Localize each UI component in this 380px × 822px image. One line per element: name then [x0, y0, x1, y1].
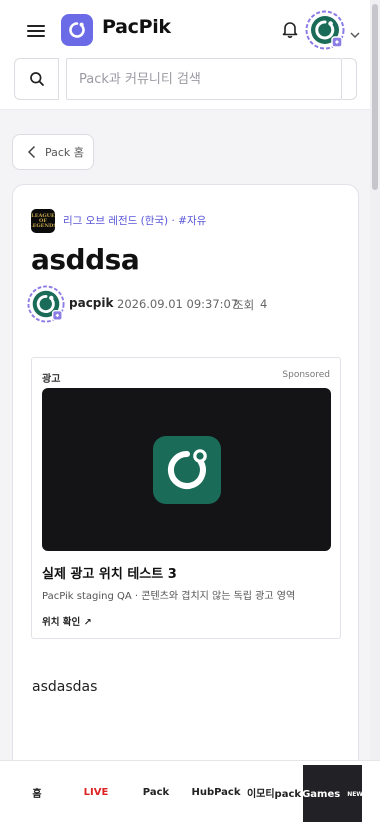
new-badge: NEW [347, 790, 363, 798]
app-header: PacPik [0, 0, 370, 110]
pacpik-app-icon [152, 435, 221, 504]
views-label: 조회 [233, 298, 255, 312]
search-input-end [342, 58, 357, 100]
nav-emotipack[interactable]: 이모티pack [238, 761, 310, 822]
league-of-legends-icon[interactable]: LEAGUE OF LEGENDS [31, 209, 55, 233]
ad-block[interactable]: 광고 Sponsored 실제 광고 위치 테스트 3 PacPik stagi… [31, 357, 341, 639]
ad-description: PacPik staging QA · 콘텐츠와 겹치지 않는 독립 광고 영역 [42, 591, 296, 602]
user-avatar[interactable] [305, 10, 345, 50]
post-title: asddsa [31, 243, 140, 276]
notification-bell-icon[interactable] [280, 19, 300, 39]
ad-label: 광고 [42, 374, 61, 385]
pacpik-logo-icon[interactable] [61, 14, 93, 46]
page-scrollbar[interactable] [370, 0, 380, 760]
search-button[interactable] [14, 58, 59, 100]
post-breadcrumb[interactable]: 리그 오브 레전드 (한국) · #자유 [63, 213, 206, 228]
chevron-down-icon[interactable] [350, 24, 360, 38]
search-icon [29, 72, 44, 86]
ad-title[interactable]: 실제 광고 위치 테스트 3 [42, 563, 177, 582]
back-button-label: Pack 홈 [45, 146, 84, 159]
hamburger-menu-icon[interactable] [27, 22, 45, 38]
ad-image[interactable] [42, 388, 331, 551]
post-date: 2026.09.01 09:37:07 [117, 297, 239, 311]
scrollbar-thumb[interactable] [372, 4, 378, 190]
search-input[interactable] [66, 58, 342, 100]
post-card: LEAGUE OF LEGENDS 리그 오브 레전드 (한국) · #자유 a… [12, 184, 359, 784]
ad-sponsored-label: Sponsored [282, 370, 330, 380]
author-name[interactable]: pacpik [69, 296, 113, 310]
search-bar [14, 58, 357, 100]
nav-games-label: Games [302, 788, 341, 800]
back-to-pack-home-button[interactable]: Pack 홈 [12, 134, 94, 170]
author-avatar[interactable] [27, 285, 65, 323]
nav-games[interactable]: Games NEW [302, 765, 363, 822]
game-icon-text: LEAGUE OF LEGENDS [31, 212, 55, 229]
app-name[interactable]: PacPik [102, 16, 171, 38]
ad-link[interactable]: 위치 확인 ↗ [42, 614, 92, 628]
chevron-left-icon [27, 145, 36, 159]
bottom-navigation: 홈 LIVE Pack HubPack 이모티pack Games NEW [0, 760, 380, 822]
post-body: asdasdas [32, 679, 98, 695]
views-count: 4 [260, 297, 268, 311]
